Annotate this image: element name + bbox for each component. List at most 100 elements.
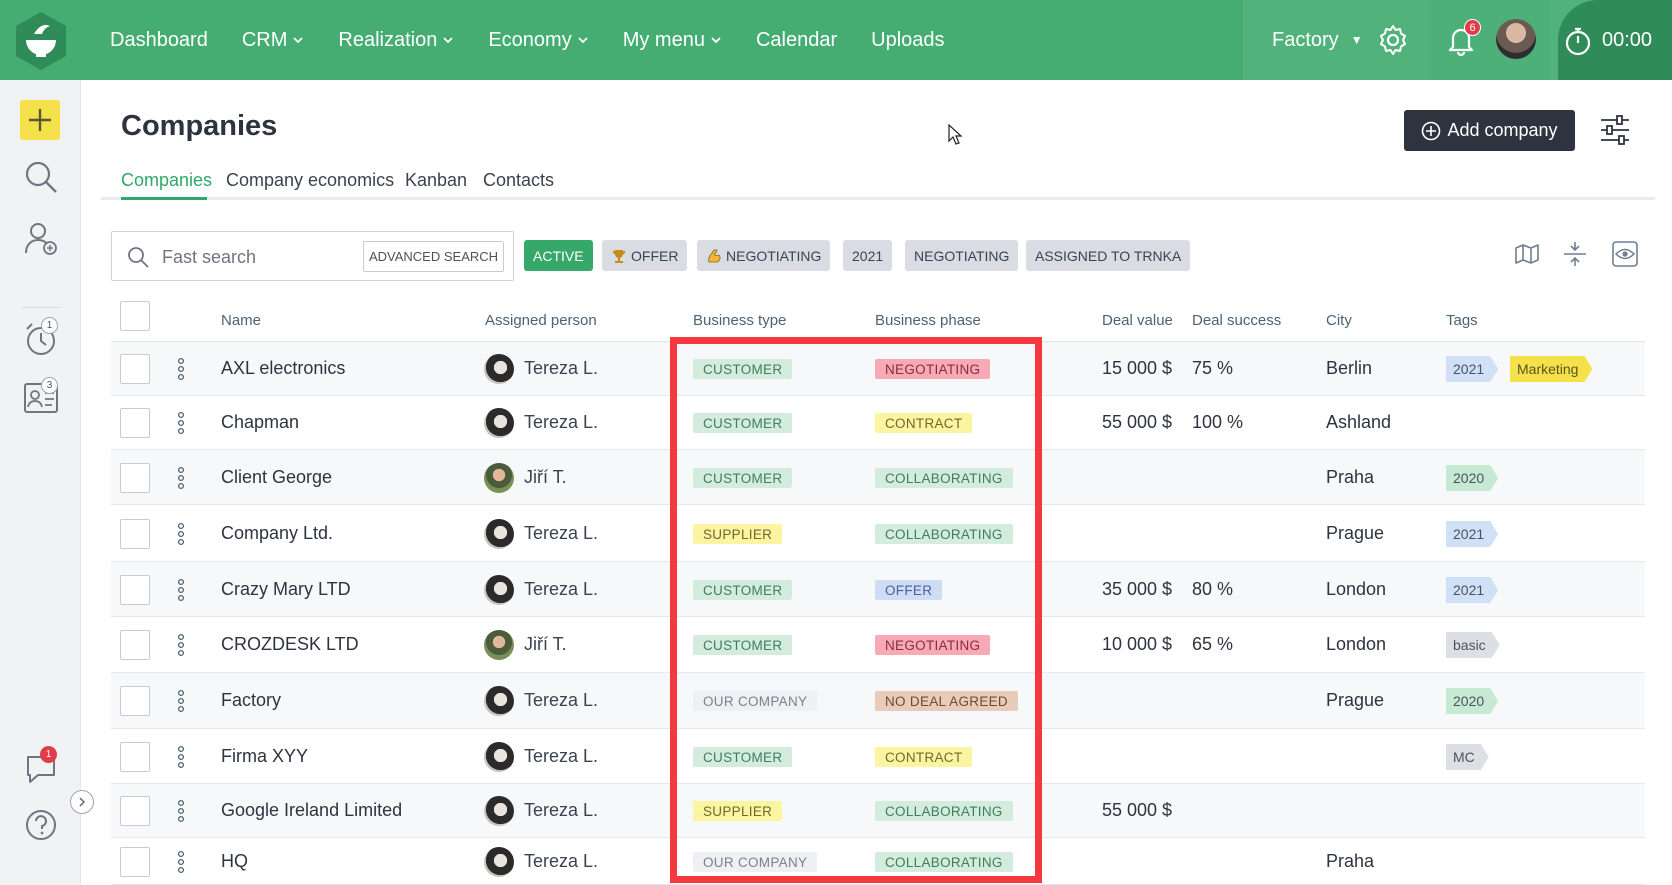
column-header-name[interactable]: Name	[221, 312, 261, 329]
business-phase-badge[interactable]: COLLABORATING	[875, 852, 1013, 872]
table-row[interactable]: Company Ltd. Tereza L. SUPPLIER COLLABORATI…	[111, 505, 1645, 562]
filter-chip-assigned[interactable]: ASSIGNED TO TRNKA	[1026, 240, 1191, 271]
company-name-link[interactable]: Firma XYY	[221, 746, 308, 767]
row-checkbox[interactable]	[120, 354, 150, 384]
nav-uploads[interactable]: Uploads	[871, 29, 944, 52]
eye-icon[interactable]	[1611, 240, 1639, 268]
column-header-deal-success[interactable]: Deal success	[1192, 312, 1281, 329]
tag-badge[interactable]: 2020	[1446, 688, 1498, 714]
business-phase-badge[interactable]: CONTRACT	[875, 747, 973, 767]
row-checkbox[interactable]	[120, 575, 150, 605]
row-checkbox[interactable]	[120, 463, 150, 493]
filter-chip-active[interactable]: ACTIVE	[524, 240, 593, 271]
business-phase-badge[interactable]: COLLABORATING	[875, 524, 1013, 544]
row-checkbox[interactable]	[120, 686, 150, 716]
tag-badge[interactable]: 2021	[1446, 521, 1498, 547]
assigned-person-name[interactable]: Tereza L.	[524, 800, 598, 821]
column-header-business-phase[interactable]: Business phase	[875, 312, 981, 329]
user-avatar[interactable]	[1496, 19, 1536, 59]
select-all-checkbox[interactable]	[120, 301, 150, 331]
tag-badge[interactable]: MC	[1446, 744, 1489, 770]
assigned-person-name[interactable]: Jiří T.	[524, 634, 567, 655]
company-name-link[interactable]: Factory	[221, 690, 281, 711]
sidebar-expand-toggle[interactable]	[70, 790, 94, 814]
company-name-link[interactable]: Chapman	[221, 412, 299, 433]
assigned-person-name[interactable]: Jiří T.	[524, 467, 567, 488]
stopwatch-icon[interactable]	[1564, 26, 1592, 56]
table-row[interactable]: Firma XYY Tereza L. CUSTOMER CONTRACT MC	[111, 729, 1645, 784]
search-icon[interactable]	[22, 158, 60, 196]
more-options-icon[interactable]	[177, 745, 185, 769]
quick-add-button[interactable]	[20, 100, 60, 140]
more-options-icon[interactable]	[177, 850, 185, 874]
assigned-person-name[interactable]: Tereza L.	[524, 358, 598, 379]
company-name-link[interactable]: AXL electronics	[221, 358, 345, 379]
nav-realization[interactable]: Realization	[338, 29, 454, 52]
map-icon[interactable]	[1513, 240, 1541, 268]
assigned-person-name[interactable]: Tereza L.	[524, 523, 598, 544]
assigned-person-name[interactable]: Tereza L.	[524, 412, 598, 433]
business-phase-badge[interactable]: COLLABORATING	[875, 468, 1013, 488]
tag-badge[interactable]: 2021	[1446, 577, 1498, 603]
more-options-icon[interactable]	[177, 522, 185, 546]
more-options-icon[interactable]	[177, 578, 185, 602]
filter-chip-2021[interactable]: 2021	[843, 240, 893, 271]
timer-value[interactable]: 00:00	[1602, 0, 1652, 80]
table-row[interactable]: AXL electronics Tereza L. CUSTOMER NEGOTIAT…	[111, 342, 1645, 396]
workspace-selector[interactable]: Factory ▼	[1272, 0, 1363, 80]
assigned-person-name[interactable]: Tereza L.	[524, 746, 598, 767]
row-checkbox[interactable]	[120, 742, 150, 772]
business-phase-badge[interactable]: NEGOTIATING	[875, 359, 991, 379]
tag-badge[interactable]: 2020	[1446, 465, 1498, 491]
company-name-link[interactable]: Crazy Mary LTD	[221, 579, 351, 600]
more-options-icon[interactable]	[177, 466, 185, 490]
tag-badge[interactable]: 2021	[1446, 356, 1498, 382]
fast-search-input[interactable]	[162, 243, 352, 271]
more-options-icon[interactable]	[177, 633, 185, 657]
app-logo-bowl-icon[interactable]	[10, 10, 72, 72]
column-header-deal-value[interactable]: Deal value	[1102, 312, 1173, 329]
add-company-button[interactable]: Add company	[1404, 110, 1575, 151]
row-height-icon[interactable]	[1561, 240, 1589, 268]
tag-badge[interactable]: basic	[1446, 632, 1500, 658]
table-row[interactable]: Client George Jiří T. CUSTOMER COLLABORATIN…	[111, 450, 1645, 505]
table-row[interactable]: Chapman Tereza L. CUSTOMER CONTRACT 55 000 $…	[111, 396, 1645, 450]
row-checkbox[interactable]	[120, 408, 150, 438]
business-phase-badge[interactable]: OFFER	[875, 580, 943, 600]
column-header-city[interactable]: City	[1326, 312, 1352, 329]
company-name-link[interactable]: Client George	[221, 467, 332, 488]
assigned-person-name[interactable]: Tereza L.	[524, 579, 598, 600]
company-name-link[interactable]: CROZDESK LTD	[221, 634, 359, 655]
assigned-person-name[interactable]: Tereza L.	[524, 690, 598, 711]
sliders-icon[interactable]	[1598, 113, 1632, 147]
tab-contacts[interactable]: Contacts	[483, 170, 554, 191]
filter-chip-offer[interactable]: OFFER	[602, 240, 688, 271]
nav-calendar[interactable]: Calendar	[756, 29, 837, 52]
row-checkbox[interactable]	[120, 847, 150, 877]
row-checkbox[interactable]	[120, 630, 150, 660]
more-options-icon[interactable]	[177, 357, 185, 381]
filter-chip-negotiating[interactable]: NEGOTIATING	[905, 240, 1019, 271]
row-checkbox[interactable]	[120, 796, 150, 826]
gear-icon[interactable]	[1376, 23, 1410, 57]
help-icon[interactable]	[22, 806, 60, 844]
column-header-assigned-person[interactable]: Assigned person	[485, 312, 597, 329]
more-options-icon[interactable]	[177, 411, 185, 435]
table-row[interactable]: Google Ireland Limited Tereza L. SUPPLIER C…	[111, 784, 1645, 838]
more-options-icon[interactable]	[177, 689, 185, 713]
tag-badge[interactable]: Marketing	[1510, 356, 1592, 382]
table-row[interactable]: Factory Tereza L. OUR COMPANY NO DEAL AGREE…	[111, 673, 1645, 729]
row-checkbox[interactable]	[120, 519, 150, 549]
business-phase-badge[interactable]: COLLABORATING	[875, 801, 1013, 821]
table-row[interactable]: HQ Tereza L. OUR COMPANY COLLABORATING Praha	[111, 838, 1645, 885]
company-name-link[interactable]: Company Ltd.	[221, 523, 333, 544]
business-phase-badge[interactable]: NO DEAL AGREED	[875, 691, 1018, 711]
assigned-person-name[interactable]: Tereza L.	[524, 851, 598, 872]
tab-companies[interactable]: Companies	[121, 170, 212, 191]
tab-kanban[interactable]: Kanban	[405, 170, 467, 191]
nav-crm[interactable]: CRM	[242, 29, 305, 52]
business-phase-badge[interactable]: CONTRACT	[875, 413, 973, 433]
nav-my-menu[interactable]: My menu	[623, 29, 722, 52]
filter-chip-negotiating-emoji[interactable]: NEGOTIATING	[697, 240, 831, 271]
nav-dashboard[interactable]: Dashboard	[110, 29, 208, 52]
